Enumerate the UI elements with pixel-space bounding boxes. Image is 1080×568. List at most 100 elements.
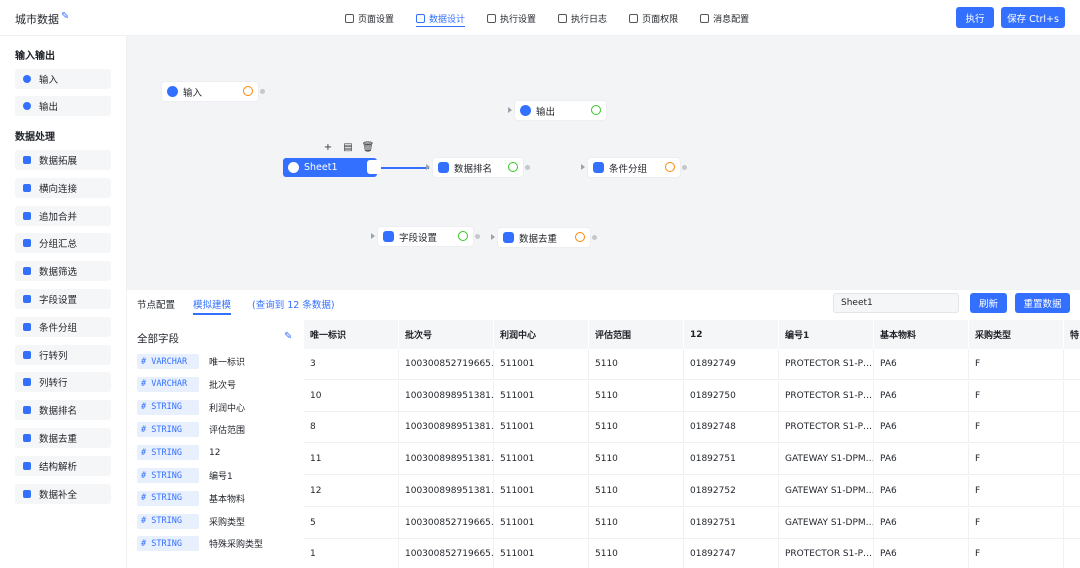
parse-icon: [23, 462, 31, 470]
field-row[interactable]: # STRING 利润中心: [137, 399, 245, 415]
table-cell: PROTECTOR S1-P…: [779, 412, 874, 444]
save-button[interactable]: 保存 Ctrl+s: [1001, 7, 1065, 28]
sidebar-item-row-to-col[interactable]: 行转列: [15, 345, 111, 365]
field-row[interactable]: # STRING 评估范围: [137, 422, 245, 438]
table-cell: 5110: [589, 475, 684, 507]
delete-icon[interactable]: 🗑: [360, 140, 376, 155]
column-header[interactable]: 批次号: [399, 320, 494, 349]
in-arrow-icon: [426, 164, 430, 170]
node-input[interactable]: 输入: [162, 82, 265, 101]
node-sheet1[interactable]: Sheet1: [283, 158, 381, 177]
table-cell: [1064, 349, 1080, 380]
table-cell: PROTECTOR S1-P…: [779, 539, 874, 568]
field-type-badge: # STRING: [137, 399, 199, 415]
group-icon: [23, 239, 31, 247]
out-port[interactable]: [682, 165, 687, 170]
node-output[interactable]: 输出: [508, 101, 606, 120]
out-port[interactable]: [525, 165, 530, 170]
sidebar-item-filter[interactable]: 数据筛选: [15, 261, 111, 281]
sheet-search-input[interactable]: [833, 293, 959, 313]
field-row[interactable]: # VARCHAR 批次号: [137, 376, 236, 392]
nav-exec-settings[interactable]: 执行设置: [487, 0, 536, 36]
node-field-settings[interactable]: 字段设置: [371, 227, 480, 246]
dedup-icon: [23, 434, 31, 442]
app-title: 城市数据: [15, 13, 59, 26]
field-row[interactable]: # STRING 编号1: [137, 468, 233, 483]
sidebar-item-append[interactable]: 追加合并: [15, 206, 111, 226]
table-cell: 100300898951381…: [399, 412, 494, 444]
out-port[interactable]: [592, 235, 597, 240]
sidebar-item-join[interactable]: 横向连接: [15, 178, 111, 198]
table-cell: 12: [304, 475, 399, 507]
field-name: 12: [209, 447, 221, 458]
comment-icon[interactable]: ▤: [340, 140, 356, 155]
field-row[interactable]: # STRING 12: [137, 445, 221, 461]
sidebar-item-fill[interactable]: 数据补全: [15, 484, 111, 504]
shield-icon: [629, 13, 639, 23]
sidebar-item-col-to-row[interactable]: 列转行: [15, 372, 111, 392]
in-arrow-icon: [508, 107, 512, 113]
column-header[interactable]: 唯一标识: [304, 320, 399, 349]
sidebar-item-expand[interactable]: 数据拓展: [15, 150, 111, 170]
field-row[interactable]: # VARCHAR 唯一标识: [137, 354, 245, 369]
sidebar-item-rank[interactable]: 数据排名: [15, 400, 111, 420]
table-cell: 1: [304, 539, 399, 568]
field-name: 唯一标识: [209, 358, 246, 368]
table-cell: 3: [304, 349, 399, 380]
check-icon: [367, 160, 381, 174]
node-dedup[interactable]: 数据去重: [491, 228, 597, 247]
pivot-icon: [23, 351, 31, 359]
sidebar-item-parse[interactable]: 结构解析: [15, 456, 111, 476]
add-icon[interactable]: +: [320, 140, 336, 155]
nav-exec-log[interactable]: 执行日志: [558, 0, 607, 36]
join-icon: [23, 184, 31, 192]
tab-node-config[interactable]: 节点配置: [137, 297, 175, 311]
table-cell: 01892749: [684, 349, 779, 380]
table-cell: F: [969, 412, 1064, 444]
reset-data-button[interactable]: 重置数据: [1015, 293, 1070, 313]
nav-page-settings[interactable]: 页面设置: [345, 0, 394, 36]
column-header[interactable]: 利润中心: [494, 320, 589, 349]
table-cell: 511001: [494, 444, 589, 476]
sidebar-item-group-sum[interactable]: 分组汇总: [15, 233, 111, 253]
refresh-button[interactable]: 刷新: [970, 293, 1007, 313]
field-name: 编号1: [209, 472, 233, 482]
tab-simulation[interactable]: 模拟建模: [193, 297, 232, 315]
sidebar-item-input[interactable]: 输入: [15, 69, 111, 89]
edit-icon[interactable]: ✎: [284, 331, 292, 342]
field-type-badge: # STRING: [137, 422, 199, 438]
table-cell: 5110: [589, 507, 684, 539]
table-cell: 5110: [589, 444, 684, 476]
node-rank[interactable]: 数据排名: [426, 158, 530, 177]
column-header[interactable]: 采购类型: [969, 320, 1064, 349]
sidebar-item-condition-group[interactable]: 条件分组: [15, 317, 111, 337]
nav-data-design[interactable]: 数据设计: [416, 0, 466, 36]
out-port[interactable]: [260, 89, 265, 94]
column-header[interactable]: 评估范围: [589, 320, 684, 349]
sidebar-item-field-settings[interactable]: 字段设置: [15, 289, 111, 309]
field-row[interactable]: # STRING 特殊采购类型: [137, 536, 263, 552]
rank-icon: [23, 406, 31, 414]
column-header[interactable]: 12: [684, 320, 779, 349]
design-icon: [416, 13, 426, 23]
table-cell: [1064, 508, 1080, 539]
sidebar-item-dedup[interactable]: 数据去重: [15, 428, 111, 448]
dedup-icon: [503, 232, 514, 243]
run-button[interactable]: 执行: [956, 7, 994, 28]
query-info: (查询到 12 条数据): [252, 300, 335, 311]
bookmark-icon: [487, 13, 497, 23]
nav-page-permission[interactable]: 页面权限: [629, 0, 678, 36]
column-header[interactable]: 编号1: [779, 320, 874, 349]
out-port[interactable]: [475, 234, 480, 239]
table-cell: GATEWAY S1-DPM…: [779, 475, 874, 507]
table-cell: 511001: [494, 412, 589, 444]
node-condition-group[interactable]: 条件分组: [581, 158, 687, 177]
field-row[interactable]: # STRING 采购类型: [137, 513, 245, 529]
field-row[interactable]: # STRING 基本物料: [137, 490, 245, 506]
column-header[interactable]: 特: [1064, 320, 1080, 349]
sidebar-item-output[interactable]: 输出: [15, 96, 111, 116]
edit-icon[interactable]: ✎: [61, 11, 69, 22]
column-header[interactable]: 基本物料: [874, 320, 969, 349]
table-cell: PA6: [874, 444, 969, 476]
nav-message-config[interactable]: 消息配置: [700, 0, 749, 36]
